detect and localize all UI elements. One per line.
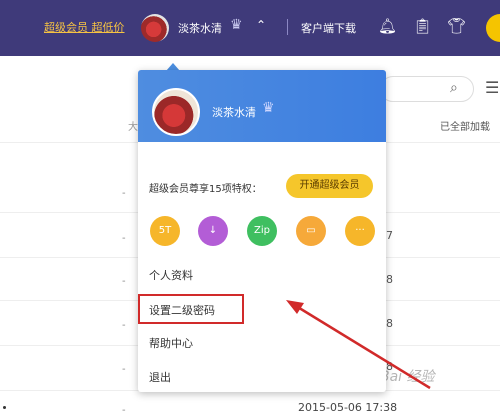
annotation-arrow	[286, 300, 431, 390]
arrow-head	[286, 300, 304, 314]
arrow-line	[295, 304, 431, 390]
